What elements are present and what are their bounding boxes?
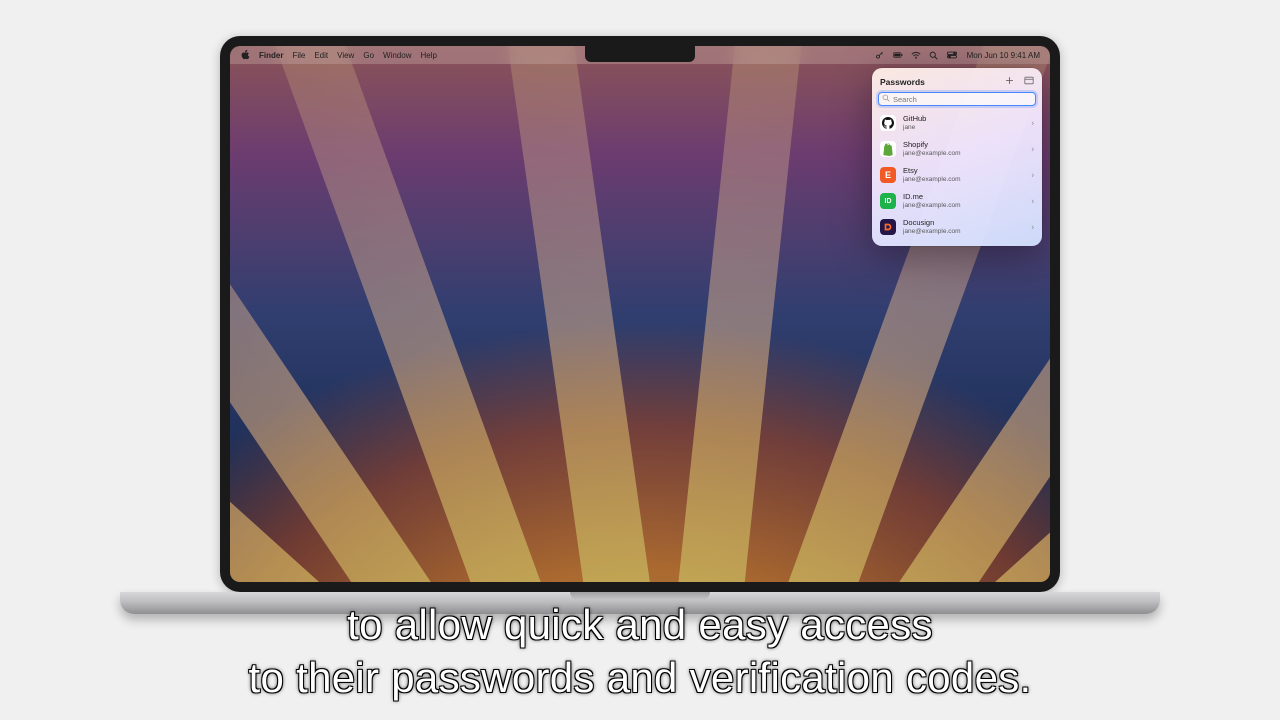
password-entry[interactable]: E Etsyjane@example.com › [878,162,1036,188]
site-favicon: E [880,167,896,183]
password-entry-list: GitHubjane›Shopifyjane@example.com›EEtsy… [878,110,1036,240]
entry-site-name: Etsy [903,167,961,176]
battery-icon[interactable] [893,50,903,60]
password-entry[interactable]: Shopifyjane@example.com › [878,136,1036,162]
chevron-right-icon: › [1031,145,1034,154]
search-input[interactable] [878,92,1036,106]
chevron-right-icon: › [1031,171,1034,180]
password-entry[interactable]: Docusignjane@example.com › [878,214,1036,240]
entry-username: jane@example.com [903,228,961,235]
screen-bezel: Finder File Edit View Go Window Help [220,36,1060,592]
wifi-icon[interactable] [911,50,921,60]
menu-datetime[interactable]: Mon Jun 10 9:41 AM [967,51,1040,60]
spotlight-icon[interactable] [929,50,939,60]
entry-username: jane@example.com [903,176,961,183]
control-center-icon[interactable] [947,50,957,60]
menu-item-go[interactable]: Go [363,51,374,60]
popover-title: Passwords [880,77,925,87]
screen: Finder File Edit View Go Window Help [230,46,1050,582]
apple-logo-icon[interactable] [240,50,250,60]
entry-site-name: ID.me [903,193,961,202]
site-favicon: ID [880,193,896,209]
add-password-button[interactable] [1005,76,1014,87]
entry-site-name: GitHub [903,115,926,124]
menu-item-window[interactable]: Window [383,51,411,60]
menu-item-help[interactable]: Help [420,51,436,60]
entry-username: jane@example.com [903,150,961,157]
display-notch [585,46,695,62]
caption-line-2: to their passwords and verification code… [0,652,1280,705]
site-favicon [880,219,896,235]
menu-item-file[interactable]: File [292,51,305,60]
video-caption: to allow quick and easy access to their … [0,599,1280,704]
laptop-frame: Finder File Edit View Go Window Help [220,36,1060,614]
password-entry[interactable]: GitHubjane › [878,110,1036,136]
menu-item-edit[interactable]: Edit [314,51,328,60]
open-passwords-app-button[interactable] [1024,76,1034,87]
password-entry[interactable]: ID ID.mejane@example.com › [878,188,1036,214]
chevron-right-icon: › [1031,197,1034,206]
entry-site-name: Docusign [903,219,961,228]
entry-username: jane [903,124,926,131]
site-favicon [880,115,896,131]
search-icon [882,94,890,104]
menu-app-name[interactable]: Finder [259,51,283,60]
site-favicon [880,141,896,157]
menu-item-view[interactable]: View [337,51,354,60]
passwords-menubar-icon[interactable] [875,50,885,60]
laptop-base [120,592,1160,614]
entry-username: jane@example.com [903,202,961,209]
entry-site-name: Shopify [903,141,961,150]
chevron-right-icon: › [1031,119,1034,128]
passwords-popover: Passwords Git [872,68,1042,246]
chevron-right-icon: › [1031,223,1034,232]
